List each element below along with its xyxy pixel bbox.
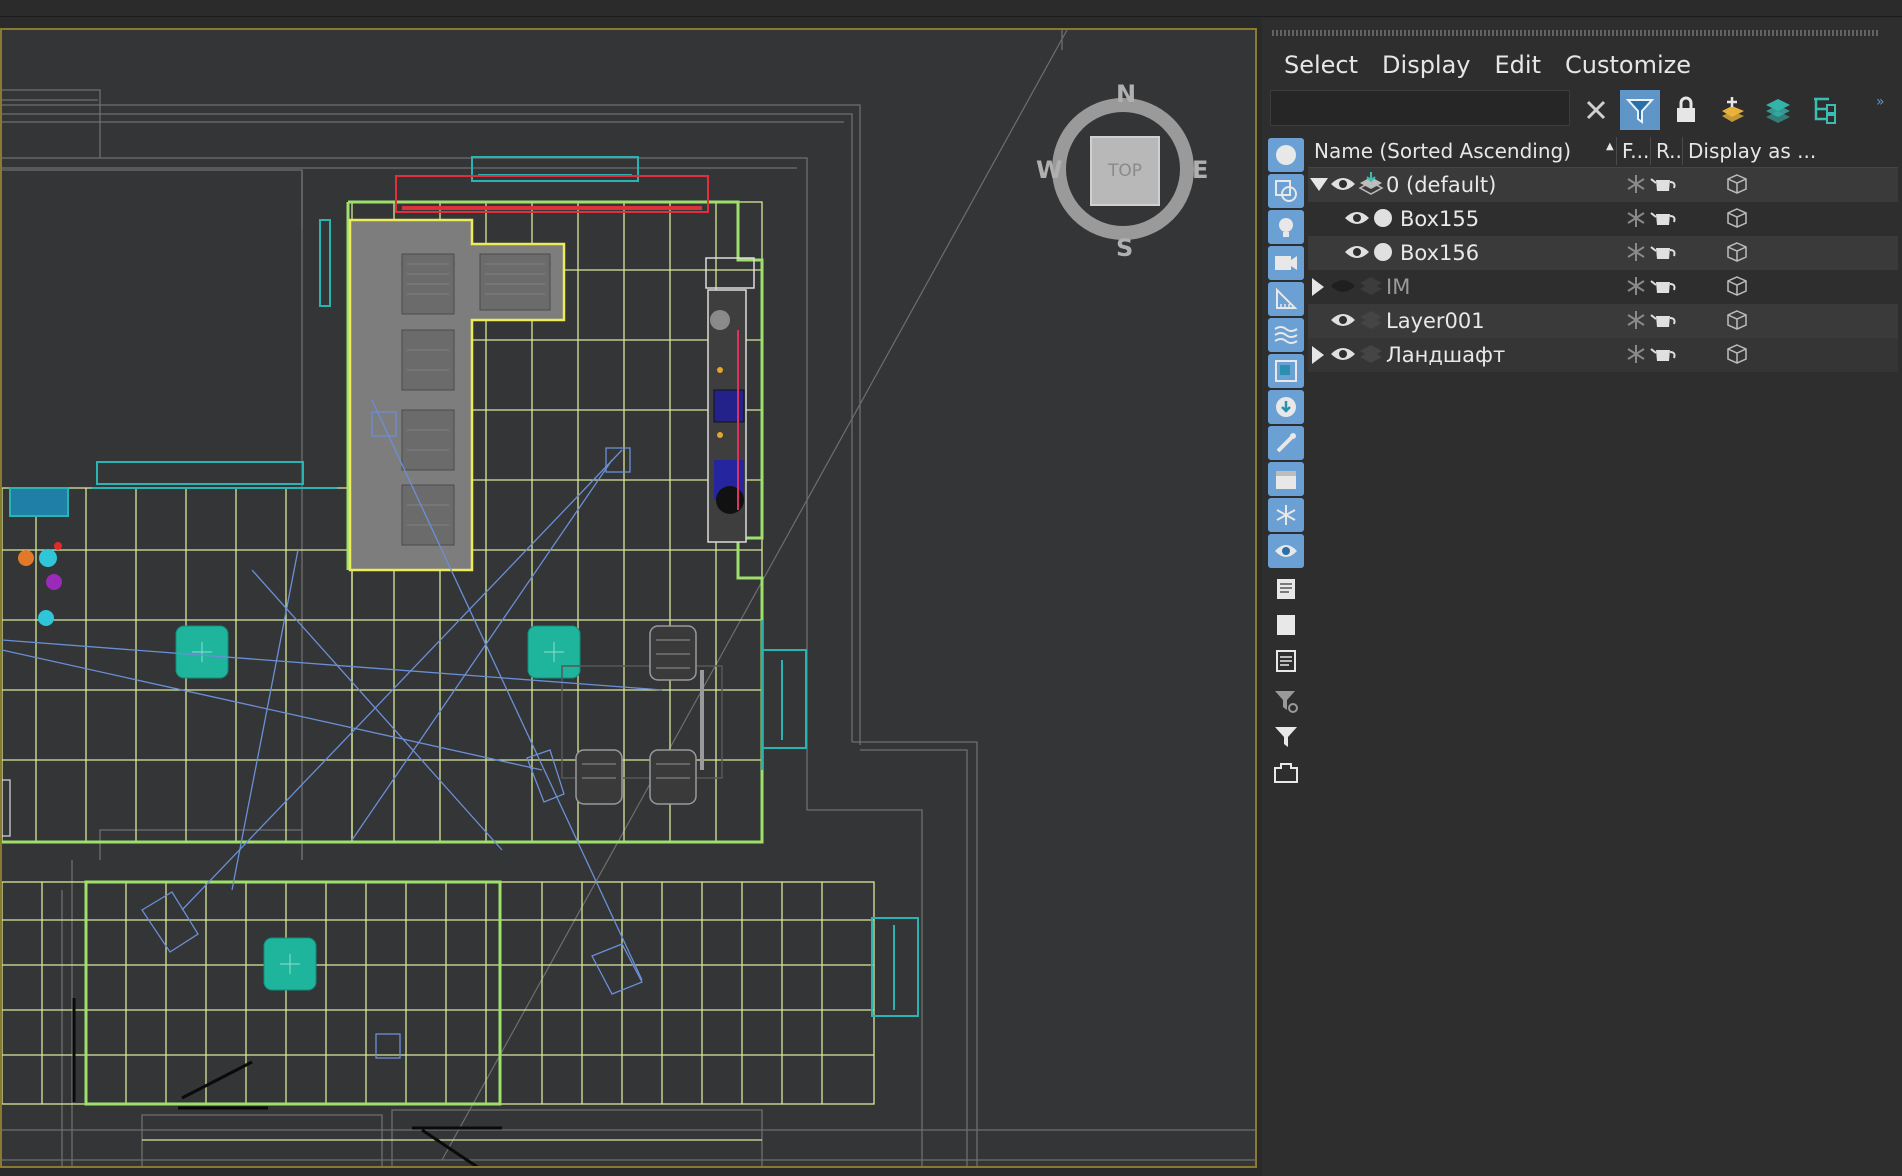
sphere-icon[interactable] [1268,138,1304,172]
top-strip [0,0,1902,17]
compass-east[interactable]: E [1192,156,1208,184]
layer-stack-icon[interactable] [1758,90,1798,130]
shapes-icon[interactable] [1268,174,1304,208]
object-sphere-icon [1372,207,1394,234]
row-name: 0 (default) [1386,173,1497,197]
tree-row[interactable]: IM [1308,270,1898,304]
render-teapot-icon[interactable] [1650,274,1678,301]
eye-icon[interactable] [1330,344,1356,369]
bone-icon[interactable] [1268,426,1304,460]
frozen-state-icon[interactable] [1626,208,1646,233]
list-icon[interactable] [1268,572,1304,606]
frozen-state-icon[interactable] [1626,242,1646,267]
viewport-top[interactable]: TOP N S W E [0,28,1257,1168]
scene-explorer-panel: Select Display Edit Customize » Name (So… [1262,18,1902,1176]
layer-icon [1358,308,1384,337]
light-icon[interactable] [1268,210,1304,244]
row-name: Box155 [1400,207,1480,231]
eye-hidden-icon[interactable] [1330,276,1356,301]
layer-icon [1358,274,1384,303]
column-display-as[interactable]: Display as ... [1688,139,1818,163]
menu-customize[interactable]: Customize [1553,48,1703,82]
column-separator[interactable] [1616,137,1617,165]
menu-edit[interactable]: Edit [1483,48,1553,82]
display-box-icon[interactable] [1726,309,1748,336]
container-icon[interactable] [1268,462,1304,496]
render-teapot-icon[interactable] [1650,308,1678,335]
tree-row[interactable]: Box156 [1308,236,1898,270]
active-layer-icon[interactable] [1358,171,1384,202]
compass-west[interactable]: W [1036,156,1062,184]
row-name: IM [1386,275,1411,299]
eye-icon[interactable] [1344,208,1370,233]
render-teapot-icon[interactable] [1650,240,1678,267]
frozen-state-icon[interactable] [1626,174,1646,199]
tree-header: Name (Sorted Ascending) ▲ F... R... Disp… [1308,135,1898,168]
tree-row[interactable]: Ландшафт [1308,338,1898,372]
menu-display[interactable]: Display [1370,48,1482,82]
group-icon[interactable] [1268,354,1304,388]
hidden-icon[interactable] [1268,534,1304,568]
display-box-icon[interactable] [1726,207,1748,234]
tree-row[interactable]: Layer001 [1308,304,1898,338]
column-separator[interactable] [1682,137,1683,165]
compass-south[interactable]: S [1116,234,1133,262]
square-icon[interactable] [1268,608,1304,642]
menu-select[interactable]: Select [1262,48,1370,82]
object-sphere-icon [1372,241,1394,268]
add-layer-icon[interactable] [1712,90,1752,130]
display-box-icon[interactable] [1726,343,1748,370]
eye-icon[interactable] [1330,310,1356,335]
panel-grip[interactable] [1272,30,1880,36]
filter-icon[interactable] [1620,90,1660,130]
expand-closed-icon[interactable] [1312,346,1324,364]
display-box-icon[interactable] [1726,173,1748,200]
render-teapot-icon[interactable] [1650,342,1678,369]
hierarchy-icon[interactable] [1804,90,1844,130]
frozen-state-icon[interactable] [1626,344,1646,369]
explorer-menubar: Select Display Edit Customize [1262,48,1703,82]
list2-icon[interactable] [1268,644,1304,678]
tree-row[interactable]: 0 (default) [1308,168,1898,202]
eye-icon[interactable] [1330,174,1356,199]
viewcube-top-face[interactable]: TOP [1090,136,1160,206]
helper-icon[interactable] [1268,282,1304,316]
explorer-toolbar: » [1270,88,1890,134]
render-teapot-icon[interactable] [1650,172,1678,199]
column-render[interactable]: R... [1656,139,1684,163]
scene-tree: Name (Sorted Ascending) ▲ F... R... Disp… [1308,135,1898,372]
column-separator[interactable] [1650,137,1651,165]
expand-open-icon[interactable] [1310,178,1328,191]
tray-icon[interactable] [1268,756,1304,790]
eye-icon[interactable] [1344,242,1370,267]
lock-icon[interactable] [1666,90,1706,130]
frozen-state-icon[interactable] [1626,310,1646,335]
clear-x-icon[interactable] [1576,90,1616,130]
layer-icon [1358,342,1384,371]
row-name: Ландшафт [1386,343,1506,367]
column-frozen[interactable]: F... [1622,139,1652,163]
row-name: Layer001 [1386,309,1485,333]
tree-row[interactable]: Box155 [1308,202,1898,236]
frozen-state-icon[interactable] [1626,276,1646,301]
sort-ascending-icon: ▲ [1606,141,1614,152]
filter-plain-icon[interactable] [1268,720,1304,754]
render-teapot-icon[interactable] [1650,206,1678,233]
frozen-icon[interactable] [1268,498,1304,532]
spacewarp-icon[interactable] [1268,318,1304,352]
expand-closed-icon[interactable] [1312,278,1324,296]
compass-north[interactable]: N [1116,80,1136,108]
display-box-icon[interactable] [1726,241,1748,268]
viewcube-face-label: TOP [1107,161,1143,181]
column-name[interactable]: Name (Sorted Ascending) [1314,139,1604,163]
display-box-icon[interactable] [1726,275,1748,302]
xref-icon[interactable] [1268,390,1304,424]
filter-settings-icon[interactable] [1268,684,1304,718]
expand-chevron-icon[interactable]: » [1876,94,1885,110]
search-input[interactable] [1270,90,1570,126]
viewcube[interactable]: TOP N S W E [1036,80,1222,262]
row-name: Box156 [1400,241,1480,265]
camera-icon[interactable] [1268,246,1304,280]
